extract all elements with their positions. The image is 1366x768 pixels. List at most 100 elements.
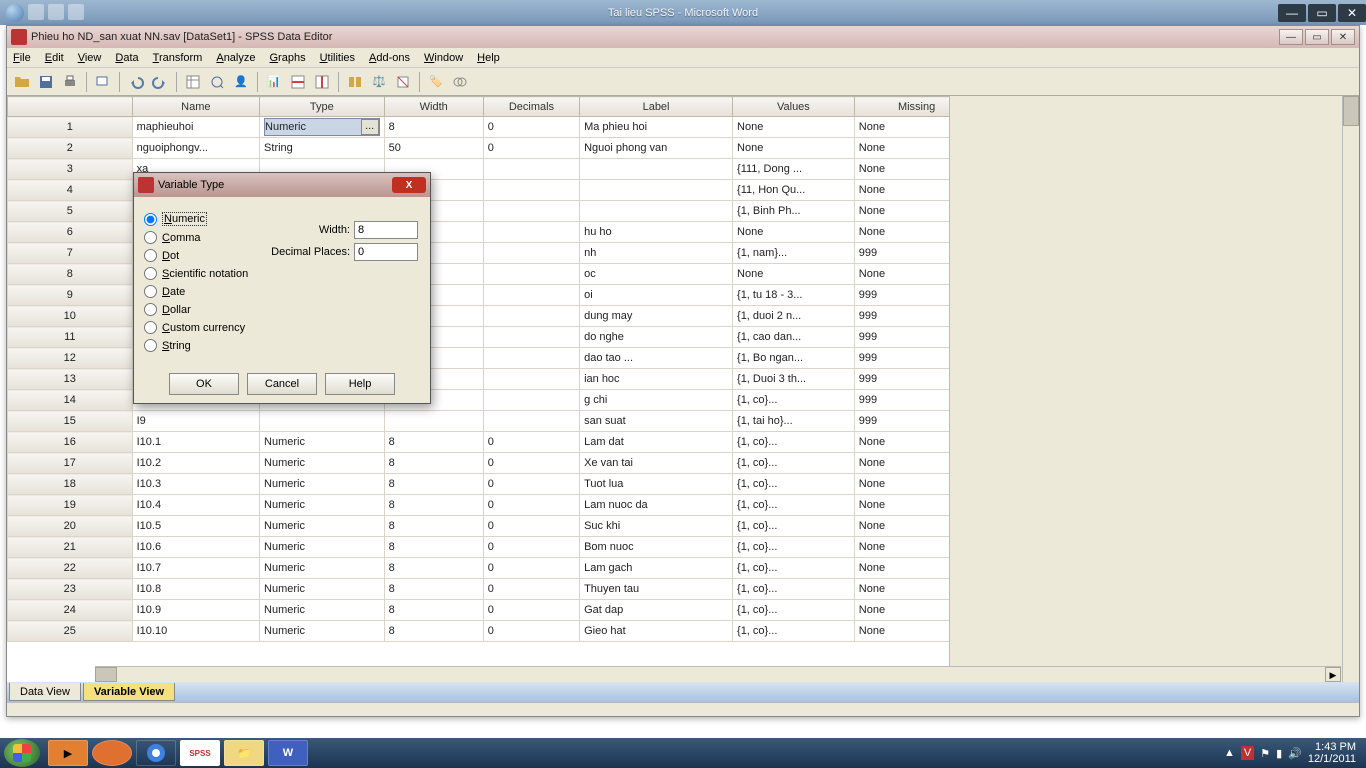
col-header[interactable]: Values [733,97,855,117]
taskbar-word-icon[interactable]: W [268,740,308,766]
office-orb-icon[interactable] [6,4,24,22]
variables-icon[interactable]: 👤 [230,71,252,93]
qat-save-icon[interactable] [28,4,44,20]
row-header[interactable]: 21 [8,537,133,558]
type-browse-button[interactable]: ... [361,119,379,135]
taskbar-explorer-icon[interactable]: 📁 [224,740,264,766]
taskbar-spss-icon[interactable]: SPSS [180,740,220,766]
row-header[interactable]: 3 [8,159,133,180]
tray-av-icon[interactable]: V [1241,746,1254,760]
weight-cases-icon[interactable]: ⚖️ [368,71,390,93]
tray-battery-icon[interactable]: ▮ [1276,747,1282,760]
menu-analyze[interactable]: Analyze [216,52,255,64]
tab-data-view[interactable]: Data View [9,683,81,701]
row-header[interactable]: 1 [8,117,133,138]
spss-close-button[interactable]: ✕ [1331,29,1355,45]
print-icon[interactable] [59,71,81,93]
row-header[interactable]: 22 [8,558,133,579]
row-header[interactable]: 14 [8,390,133,411]
row-header[interactable]: 19 [8,495,133,516]
find-icon[interactable]: 📊 [263,71,285,93]
menu-utilities[interactable]: Utilities [320,52,355,64]
taskbar-mediaplayer-icon[interactable]: ▶ [48,740,88,766]
row-header[interactable]: 17 [8,453,133,474]
radio-scientific-notation[interactable]: Scientific notation [144,267,420,280]
menu-window[interactable]: Window [424,52,463,64]
taskbar-clock[interactable]: 1:43 PM 12/1/2011 [1308,741,1356,765]
menu-edit[interactable]: Edit [45,52,64,64]
ok-button[interactable]: OK [169,373,239,395]
row-header[interactable]: 2 [8,138,133,159]
value-labels-icon[interactable]: 🏷️ [425,71,447,93]
col-header[interactable]: Label [580,97,733,117]
radio-date[interactable]: Date [144,285,420,298]
tray-volume-icon[interactable]: 🔊 [1288,747,1302,760]
col-header[interactable]: Type [260,97,385,117]
row-header[interactable]: 18 [8,474,133,495]
row-header[interactable]: 24 [8,600,133,621]
row-header[interactable]: 11 [8,327,133,348]
col-header[interactable] [8,97,133,117]
row-header[interactable]: 25 [8,621,133,642]
menu-add-ons[interactable]: Add-ons [369,52,410,64]
dialog-recall-icon[interactable] [92,71,114,93]
insert-var-icon[interactable] [311,71,333,93]
row-header[interactable]: 23 [8,579,133,600]
row-header[interactable]: 8 [8,264,133,285]
redo-icon[interactable] [149,71,171,93]
start-button[interactable] [4,739,40,767]
width-input[interactable] [354,221,418,239]
row-header[interactable]: 6 [8,222,133,243]
word-maximize-button[interactable]: ▭ [1308,4,1336,22]
menu-data[interactable]: Data [115,52,138,64]
radio-custom-currency[interactable]: Custom currency [144,321,420,334]
help-button[interactable]: Help [325,373,395,395]
use-sets-icon[interactable] [449,71,471,93]
cancel-button[interactable]: Cancel [247,373,317,395]
row-header[interactable]: 20 [8,516,133,537]
goto-case-icon[interactable] [182,71,204,93]
row-header[interactable]: 16 [8,432,133,453]
menu-transform[interactable]: Transform [153,52,203,64]
row-header[interactable]: 7 [8,243,133,264]
radio-string[interactable]: String [144,339,420,352]
spss-minimize-button[interactable]: — [1279,29,1303,45]
menu-view[interactable]: View [78,52,102,64]
word-minimize-button[interactable]: — [1278,4,1306,22]
menu-file[interactable]: File [13,52,31,64]
decimal-places-input[interactable] [354,243,418,261]
row-header[interactable]: 10 [8,306,133,327]
menu-help[interactable]: Help [477,52,500,64]
taskbar-firefox-icon[interactable] [92,740,132,766]
row-header[interactable]: 5 [8,201,133,222]
row-header[interactable]: 15 [8,411,133,432]
col-header[interactable]: Name [132,97,259,117]
col-header[interactable]: Width [384,97,483,117]
row-header[interactable]: 9 [8,285,133,306]
row-header[interactable]: 12 [8,348,133,369]
tab-variable-view[interactable]: Variable View [83,683,175,701]
save-icon[interactable] [35,71,57,93]
split-file-icon[interactable] [344,71,366,93]
col-header[interactable]: Decimals [483,97,579,117]
tray-action-icon[interactable]: ⚑ [1260,747,1270,760]
qat-undo-icon[interactable] [48,4,64,20]
taskbar-chrome-icon[interactable] [136,740,176,766]
word-close-button[interactable]: ✕ [1338,4,1366,22]
goto-var-icon[interactable] [206,71,228,93]
spss-maximize-button[interactable]: ▭ [1305,29,1329,45]
row-header[interactable]: 13 [8,369,133,390]
open-icon[interactable] [11,71,33,93]
vertical-scrollbar[interactable] [1342,96,1359,682]
view-tabs: Data View Variable View [7,682,1359,702]
radio-dollar[interactable]: Dollar [144,303,420,316]
horizontal-scrollbar[interactable]: ▶ [95,666,1341,682]
tray-up-icon[interactable]: ▲ [1224,747,1235,759]
menu-graphs[interactable]: Graphs [269,52,305,64]
qat-redo-icon[interactable] [68,4,84,20]
insert-case-icon[interactable] [287,71,309,93]
dialog-close-button[interactable]: X [392,177,426,193]
select-cases-icon[interactable] [392,71,414,93]
row-header[interactable]: 4 [8,180,133,201]
undo-icon[interactable] [125,71,147,93]
